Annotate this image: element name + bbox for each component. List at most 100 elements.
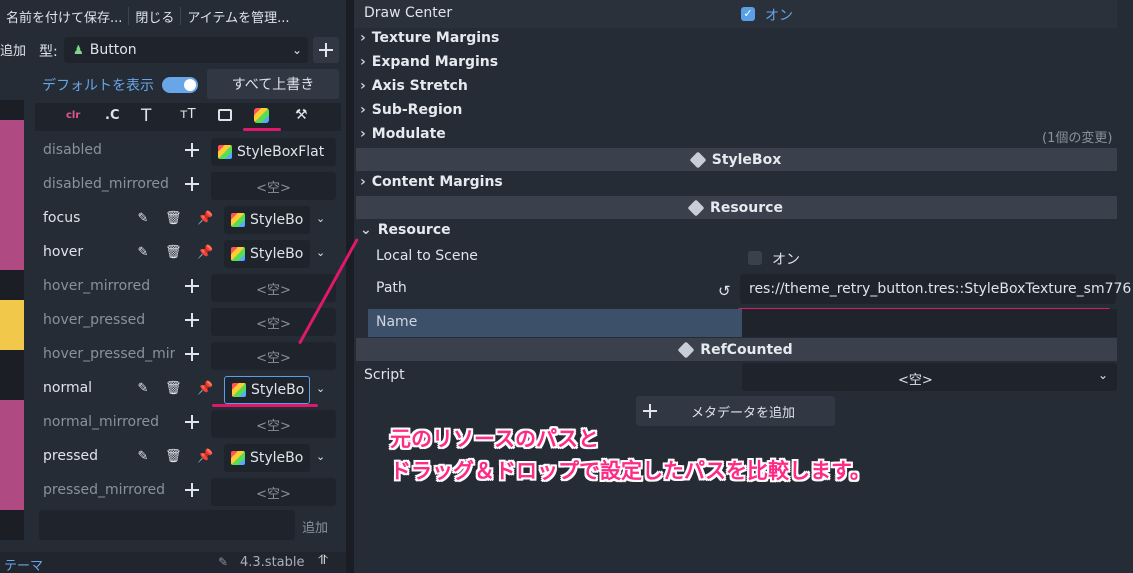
- section-sub-region[interactable]: Sub-Region: [360, 102, 463, 118]
- menu-save-as[interactable]: 名前を付けて保存...: [0, 7, 128, 26]
- theme-preview: [0, 100, 24, 540]
- local-to-scene-checkbox[interactable]: [748, 251, 762, 265]
- pin-icon[interactable]: 📌: [197, 449, 213, 467]
- chevron-down-icon[interactable]: ⌄: [316, 382, 328, 395]
- resource-header[interactable]: Resource: [356, 196, 1117, 219]
- theme-editor-panel: 名前を付けて保存... 閉じる アイテムを管理... 追加 型: ♟ Butto…: [0, 0, 346, 573]
- plus-icon[interactable]: [183, 141, 201, 159]
- edit-icon[interactable]: ✎: [135, 449, 151, 467]
- section-axis-stretch[interactable]: Axis Stretch: [360, 78, 468, 94]
- path-label: Path: [376, 280, 407, 296]
- menu-manage-items[interactable]: アイテムを管理...: [181, 7, 295, 26]
- revert-icon[interactable]: ↺: [718, 282, 731, 300]
- stylebox-value-field[interactable]: StyleBoxFlat: [211, 138, 336, 166]
- stylebox-header-label: StyleBox: [711, 151, 782, 168]
- inspector-panel: Draw Center ✓ オン Texture Margins Expand …: [354, 0, 1133, 573]
- chevron-down-icon[interactable]: ⌄: [316, 450, 328, 463]
- delete-icon[interactable]: 🗑: [165, 245, 182, 263]
- stylebox-value-label: StyleBo: [250, 212, 304, 228]
- empty-slot[interactable]: <空>: [211, 478, 336, 506]
- chevron-down-icon[interactable]: ⌄: [316, 212, 328, 225]
- cube-icon: [689, 151, 707, 168]
- edit-icon[interactable]: ✎: [135, 381, 151, 399]
- show-default-label: デフォルトを表示: [42, 78, 154, 94]
- slot-value-label: <空>: [256, 418, 291, 434]
- slot-value-label: <空>: [256, 282, 291, 298]
- section-modulate[interactable]: Modulate: [360, 126, 446, 142]
- plus-icon[interactable]: [183, 345, 201, 363]
- stylebox-row-label: focus: [43, 210, 81, 226]
- name-label: Name: [376, 314, 418, 330]
- modulate-changes: (1個の変更): [1042, 131, 1113, 146]
- empty-slot[interactable]: <空>: [211, 342, 336, 370]
- normal-highlight-underline: [212, 404, 318, 407]
- tab-highlight-underline: [243, 128, 281, 131]
- edit-icon[interactable]: ✎: [135, 245, 151, 263]
- type-value: Button: [89, 42, 137, 58]
- pin-icon[interactable]: 📌: [197, 245, 213, 263]
- override-all-button[interactable]: すべて上書き: [207, 69, 339, 99]
- add-metadata-label: メタデータを追加: [691, 405, 796, 421]
- panel-divider[interactable]: [346, 0, 354, 573]
- stylebox-flat-icon: [218, 145, 232, 159]
- stylebox-header[interactable]: StyleBox: [356, 148, 1117, 171]
- local-to-scene-label: Local to Scene: [376, 248, 478, 264]
- tab-font-sizes-icon[interactable]: ᴛT: [180, 107, 196, 122]
- tab-variations-icon[interactable]: ⚒: [295, 107, 308, 123]
- section-expand-margins[interactable]: Expand Margins: [360, 54, 498, 70]
- refcounted-header[interactable]: RefCounted: [356, 338, 1117, 361]
- chevron-down-icon[interactable]: ⌄: [1098, 368, 1108, 382]
- add-label[interactable]: 追加: [0, 40, 26, 59]
- menu-close[interactable]: 閉じる: [129, 7, 180, 26]
- add-item-button[interactable]: 追加: [302, 517, 328, 536]
- chevron-down-icon[interactable]: ⌄: [316, 246, 328, 259]
- theme-tab[interactable]: テーマ: [4, 555, 43, 573]
- pin-icon[interactable]: 📌: [197, 211, 213, 229]
- show-default-toggle[interactable]: [162, 77, 198, 93]
- stylebox-row-label: normal: [43, 380, 93, 396]
- add-item-input[interactable]: [39, 510, 295, 540]
- delete-icon[interactable]: 🗑: [165, 449, 182, 467]
- section-content-margins[interactable]: Content Margins: [360, 174, 503, 190]
- plus-icon[interactable]: [183, 277, 201, 295]
- empty-slot[interactable]: <空>: [211, 410, 336, 438]
- stylebox-value-field[interactable]: StyleBo: [224, 206, 310, 234]
- stylebox-row-label: hover_mirrored: [43, 278, 151, 294]
- script-value: <空>: [898, 373, 933, 388]
- tab-colors[interactable]: clr: [66, 110, 80, 121]
- section-texture-margins[interactable]: Texture Margins: [360, 30, 500, 46]
- cube-icon: [687, 199, 705, 216]
- version-icon: ✎: [218, 555, 229, 569]
- empty-slot[interactable]: <空>: [211, 172, 336, 200]
- name-field[interactable]: [742, 309, 1117, 337]
- version-label: 4.3.stable: [240, 555, 305, 570]
- draw-center-label: Draw Center: [364, 5, 453, 21]
- stylebox-value-field[interactable]: StyleBo: [224, 444, 310, 472]
- stylebox-value-field[interactable]: StyleBo: [224, 240, 310, 268]
- empty-slot[interactable]: <空>: [211, 274, 336, 302]
- pin-icon[interactable]: 📌: [197, 381, 213, 399]
- tab-fonts-icon[interactable]: T: [141, 106, 151, 126]
- plus-icon[interactable]: [183, 413, 201, 431]
- tab-styles-icon[interactable]: [254, 108, 269, 123]
- plus-icon[interactable]: [183, 175, 201, 193]
- section-resource[interactable]: Resource: [360, 222, 451, 238]
- draw-center-value: オン: [765, 8, 793, 24]
- plus-icon[interactable]: [183, 481, 201, 499]
- slot-value-label: <空>: [256, 316, 291, 332]
- pin-panel-icon[interactable]: ⥣: [318, 553, 327, 568]
- type-label: 型:: [39, 44, 58, 60]
- tab-constants[interactable]: .C: [105, 108, 119, 123]
- chevron-down-icon: ⌄: [291, 43, 302, 57]
- add-type-button[interactable]: [313, 37, 339, 63]
- edit-icon[interactable]: ✎: [135, 211, 151, 229]
- stylebox-value-field[interactable]: StyleBo: [224, 376, 310, 404]
- preview-texture: [0, 400, 24, 510]
- type-selector[interactable]: ♟ Button ⌄: [64, 37, 308, 63]
- tab-icons-icon[interactable]: [218, 109, 232, 121]
- delete-icon[interactable]: 🗑: [165, 211, 182, 229]
- draw-center-checkbox[interactable]: ✓: [741, 7, 755, 21]
- delete-icon[interactable]: 🗑: [165, 381, 182, 399]
- plus-icon[interactable]: [183, 311, 201, 329]
- add-metadata-button[interactable]: メタデータを追加: [636, 396, 835, 426]
